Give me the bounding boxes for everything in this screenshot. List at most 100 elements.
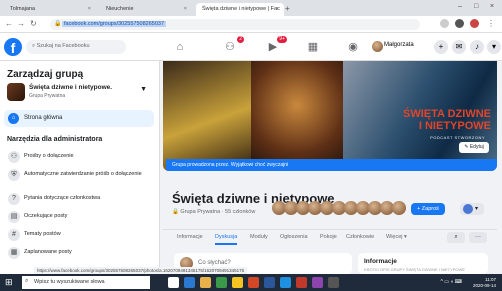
group-switcher[interactable]: Święta dziwne i nietypowe. Grupa Prywatn… (7, 83, 153, 103)
sidebar-item-auto-approve[interactable]: ⛨ Automatyczne zatwierdzanie próśb o doł… (4, 167, 154, 189)
group-admin-sidebar: Zarządzaj grupą Święta dziwne i nietypow… (0, 61, 160, 274)
tab-rooms[interactable]: Pokoje (320, 234, 337, 240)
home-icon: ⌂ (8, 113, 19, 124)
file-explorer-icon[interactable] (200, 277, 211, 288)
composer-placeholder: Co słychać? (198, 260, 231, 266)
cover-title: ŚWIĘTA DZIWNE I NIETYPOWE (403, 108, 491, 132)
edit-label: Edytuj (469, 144, 484, 150)
back-icon[interactable]: ← (5, 19, 13, 28)
chevron-down-icon: ▾ (475, 206, 479, 212)
app-icon[interactable] (312, 277, 323, 288)
search-placeholder: Szukaj na Facebooku (36, 43, 90, 49)
close-icon[interactable]: × (184, 6, 187, 12)
edge-icon[interactable] (184, 277, 195, 288)
powerpoint-icon[interactable] (248, 277, 259, 288)
system-tray-icons[interactable]: ^ ▭ ◖ ⌨ (441, 279, 462, 285)
search-icon[interactable]: ⌕ (447, 232, 465, 243)
taskbar-search-placeholder: Wpisz tu wyszukiwane słowa (34, 279, 105, 285)
account-menu-icon[interactable]: ▾ (487, 40, 501, 54)
sidebar-item-home[interactable]: ⌂ Strona główna (4, 110, 154, 127)
sidebar-item-label: Pytania dotyczące członkostwa (24, 195, 101, 201)
group-thumbnail (7, 83, 25, 101)
more-icon[interactable]: ··· (469, 232, 487, 243)
taskbar-search[interactable]: ⌕ Wpisz tu wyszukiwane słowa (22, 276, 150, 289)
word-icon[interactable] (264, 277, 275, 288)
sidebar-item-membership-requests[interactable]: ⚇ Prośby o dołączenie (4, 149, 154, 166)
maximize-icon[interactable]: □ (474, 3, 478, 10)
windows-start-icon[interactable]: ⊞ (5, 277, 13, 288)
app-icon[interactable] (328, 277, 339, 288)
gaming-icon[interactable]: ◉ (345, 39, 361, 55)
reload-icon[interactable]: ↻ (30, 19, 37, 28)
cover-banner: Grupa prowadzona przez. Wyjątkowi choć z… (166, 159, 497, 171)
messenger-icon[interactable]: ✉ (452, 40, 466, 54)
tab-units[interactable]: Moduły (250, 234, 268, 240)
chrome-icon[interactable] (232, 277, 243, 288)
caret-down-icon: ▼ (140, 86, 147, 93)
search-input[interactable]: ⌕ Szukaj na Facebooku (26, 40, 126, 54)
group-main: ŚWIĘTA DZIWNE I NIETYPOWE PODCAST STWORZ… (160, 61, 502, 274)
minimize-icon[interactable]: – (458, 3, 462, 10)
group-name: Święta dziwne i nietypowe. (29, 84, 113, 91)
group-type: Grupa Prywatna (29, 93, 66, 99)
clock-date: 2020-09-14 (472, 283, 496, 288)
tab-more[interactable]: Więcej ▾ (386, 234, 407, 240)
create-icon[interactable]: + (434, 40, 448, 54)
window-close-icon[interactable]: × (490, 3, 494, 10)
calendar-icon: ▦ (8, 247, 20, 259)
url-field[interactable]: 🔒 facebook.com/groups/302557508265037 (50, 19, 420, 30)
forward-icon[interactable]: → (17, 19, 25, 28)
star-icon[interactable] (440, 19, 449, 28)
tab-title: Tolmajana (10, 6, 36, 12)
group-meta-text: Grupa Prywatna · 55 członków (180, 209, 256, 215)
avatar[interactable] (372, 41, 383, 52)
new-tab-icon[interactable]: + (285, 4, 290, 13)
notification-badge: 9+ (277, 36, 287, 43)
browser-tab[interactable]: Tolmajana × (4, 3, 96, 16)
edit-cover-button[interactable]: ✎ Edytuj (459, 142, 489, 153)
invite-button[interactable]: + Zaproś (411, 203, 445, 215)
avatar (463, 204, 473, 214)
browser-tab-bar: Tolmajana × Nieuchenie × Święta dziwne i n… (0, 0, 502, 16)
watch-icon[interactable]: ▶ 9+ (265, 36, 287, 55)
close-icon[interactable]: × (88, 6, 91, 12)
address-bar: ← → ↻ 🔒 facebook.com/groups/302557508265… (0, 16, 502, 33)
sidebar-item-membership-questions[interactable]: ? Pytania dotyczące członkostwa (4, 191, 154, 208)
bell-icon[interactable]: ♪ (470, 40, 484, 54)
extension-icon[interactable] (455, 19, 464, 28)
sidebar-item-scheduled-posts[interactable]: ▦ Zaplanowane posty (4, 245, 154, 262)
store-icon[interactable] (216, 277, 227, 288)
tab-discussion[interactable]: Dyskusja (215, 234, 238, 245)
more-options-button[interactable]: ▾ (460, 203, 484, 215)
browser-tab-active[interactable]: Święta dziwne i nietypowe | Fac × (196, 3, 284, 16)
cover-title-line: I NIETYPOWE (418, 120, 491, 132)
sidebar-item-post-topics[interactable]: # Tematy postów (4, 227, 154, 244)
group-tabs: Informacje Dyskusja Moduły Ogłoszenia Po… (163, 229, 497, 245)
groups-icon[interactable]: ⚇ 2 (222, 36, 244, 55)
tab-announcements[interactable]: Ogłoszenia (280, 234, 308, 240)
facebook-logo[interactable]: f (4, 38, 22, 56)
profile-icon[interactable] (470, 19, 479, 28)
close-icon[interactable]: × (276, 6, 279, 12)
sidebar-item-label: Tematy postów (24, 231, 61, 237)
mail-icon[interactable] (280, 277, 291, 288)
avatar[interactable] (392, 201, 406, 215)
app-icon[interactable] (296, 277, 307, 288)
tab-members[interactable]: Członkowie (346, 234, 374, 240)
clock[interactable]: 11:07 2020-09-14 (473, 277, 496, 289)
marketplace-icon[interactable]: ▦ (305, 39, 321, 55)
info-subtitle: KRÓTKI OPIS GRUPY ŚWIĘTA DZIWNE I NIETYP… (364, 267, 465, 272)
user-name[interactable]: Małgorzata (384, 42, 414, 48)
tab-title: Święta dziwne i nietypowe | Fac (202, 6, 280, 12)
question-icon: ? (8, 193, 20, 205)
browser-tab[interactable]: Nieuchenie × (100, 3, 192, 16)
sidebar-item-label: Prośby o dołączenie (24, 153, 74, 159)
tab-about[interactable]: Informacje (177, 234, 203, 240)
menu-icon[interactable]: ⋮ (487, 19, 495, 28)
search-icon: ⌕ (32, 43, 36, 49)
status-bar-url: https://www.facebook.com/groups/30255750… (34, 267, 248, 274)
home-icon[interactable]: ⌂ (172, 39, 188, 55)
task-view-icon[interactable] (168, 277, 179, 288)
sidebar-item-pending-posts[interactable]: ▤ Oczekujące posty (4, 209, 154, 226)
post-icon: ▤ (8, 211, 20, 223)
